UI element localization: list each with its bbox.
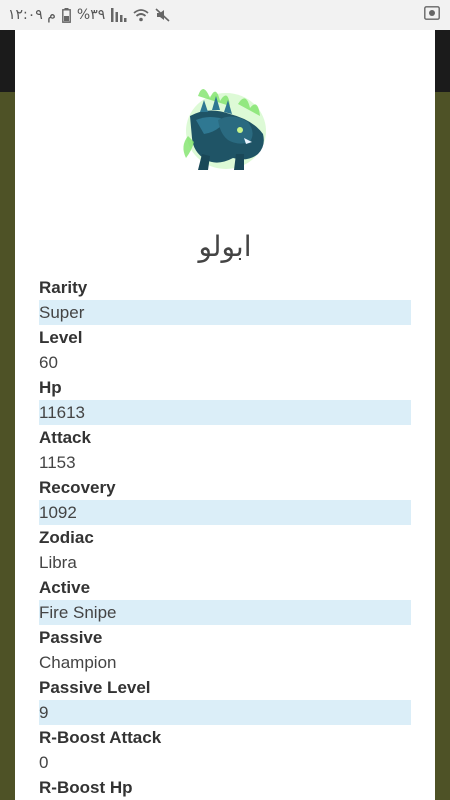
stat-label-level: Level <box>39 328 83 347</box>
stat-value-passive-level: 9 <box>39 700 411 725</box>
wifi-icon <box>133 8 149 22</box>
mute-icon <box>155 8 171 22</box>
status-bar: ۱۲:۰۹ م %۳۹ <box>0 0 450 30</box>
battery-percent: %۳۹ <box>76 7 106 23</box>
stat-value-attack: 1153 <box>39 453 76 472</box>
clock: ۱۲:۰۹ م <box>8 7 56 23</box>
stat-label-passive-level: Passive Level <box>39 678 151 697</box>
monster-detail-dialog: ابولو Rarity Super Level 60 Hp 11613 Attack 115… <box>15 30 435 800</box>
stat-value-active: Fire Snipe <box>39 600 411 625</box>
stat-label-recovery: Recovery <box>39 478 116 497</box>
stat-label-rarity: Rarity <box>39 278 88 297</box>
stat-label-active: Active <box>39 578 91 597</box>
monster-name: ابولو <box>198 230 252 263</box>
stats-list: Rarity Super Level 60 Hp 11613 Attack 1153 Recov… <box>39 275 411 800</box>
status-left-group: ۱۲:۰۹ م %۳۹ <box>8 5 171 25</box>
stat-label-hp: Hp <box>39 378 62 397</box>
stat-value-hp: 11613 <box>39 400 411 425</box>
stat-label-r-boost-hp: R-Boost Hp <box>39 778 133 797</box>
screenshot-icon <box>424 6 440 20</box>
stat-value-level: 60 <box>39 353 58 372</box>
dragon-monster-icon <box>178 76 273 176</box>
stat-label-passive: Passive <box>39 628 103 647</box>
stat-label-attack: Attack <box>39 428 91 447</box>
stat-value-r-boost-attack: 0 <box>39 753 49 772</box>
stat-label-zodiac: Zodiac <box>39 528 94 547</box>
stat-value-recovery: 1092 <box>39 500 411 525</box>
status-right-group <box>424 6 440 20</box>
battery-icon <box>62 7 71 23</box>
signal-icon <box>111 8 127 22</box>
stat-value-zodiac: Libra <box>39 553 77 572</box>
stat-value-passive: Champion <box>39 653 117 672</box>
stat-label-r-boost-attack: R-Boost Attack <box>39 728 162 747</box>
stat-value-rarity: Super <box>39 300 411 325</box>
